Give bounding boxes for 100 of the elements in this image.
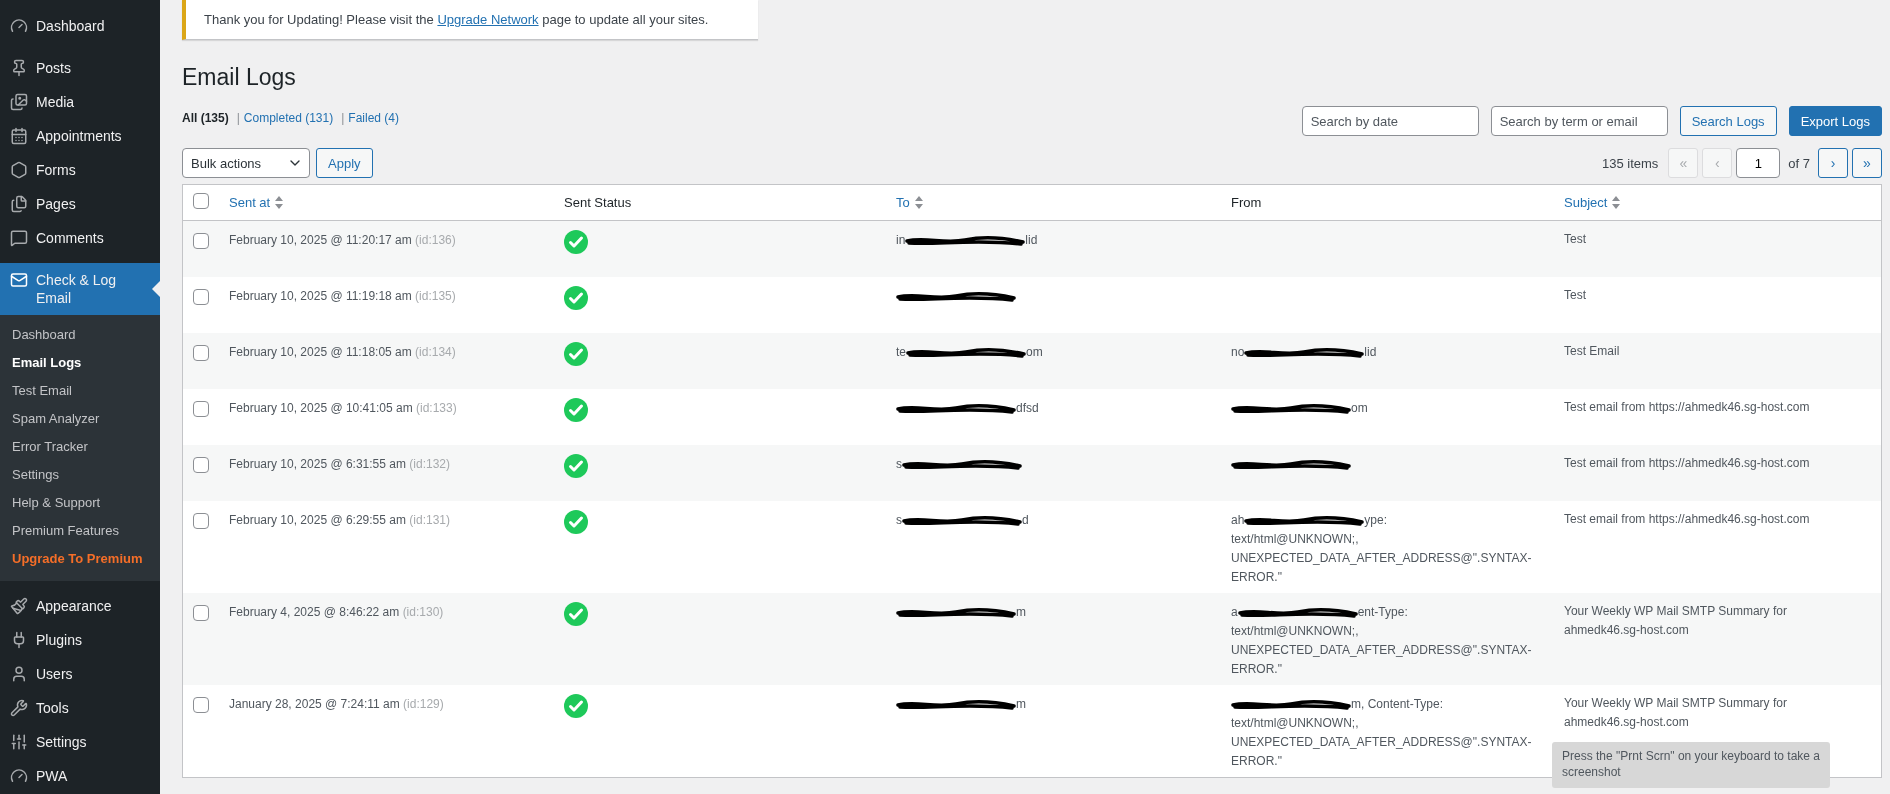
row-checkbox[interactable] bbox=[193, 233, 209, 249]
row-checkbox[interactable] bbox=[193, 457, 209, 473]
subject-text: Test email from https://ahmedk46.sg-host.com bbox=[1564, 511, 1811, 528]
email-text: text/html@UNKNOWN;, UNEXPECTED_DATA_AFTER_ADDRESS@".SYNTAX-ERROR." bbox=[1231, 623, 1533, 678]
email-text: ah bbox=[1231, 513, 1245, 527]
email-text: ent-Type: bbox=[1357, 605, 1408, 619]
sidebar-item[interactable]: Users bbox=[0, 657, 160, 691]
page-number-field[interactable]: 1 bbox=[1736, 148, 1781, 178]
term-search-field[interactable]: Search by term or email bbox=[1490, 106, 1668, 136]
sidebar-item[interactable]: Appearance bbox=[0, 589, 160, 623]
row-checkbox[interactable] bbox=[193, 289, 209, 305]
submenu-item[interactable]: Error Tracker bbox=[0, 433, 160, 461]
sent-date: February 10, 2025 @ 6:29:55 am (id:131) bbox=[229, 513, 450, 527]
subject-text: Your Weekly WP Mail SMTP Summary for ahmedk46.sg-host.com bbox=[1564, 603, 1788, 639]
screenshot-hint-toast: Press the "Prnt Scrn" on your keyboard to take a screenshot bbox=[1552, 742, 1830, 788]
email-text: text/html@UNKNOWN;, UNEXPECTED_DATA_AFTER_ADDRESS@".SYNTAX-ERROR." bbox=[1231, 531, 1533, 586]
pin-icon bbox=[10, 59, 28, 77]
sent-date: February 10, 2025 @ 10:41:05 am (id:133) bbox=[229, 401, 457, 415]
search-logs-button[interactable]: Search Logs bbox=[1679, 106, 1777, 136]
envelope-icon bbox=[10, 271, 28, 289]
row-checkbox[interactable] bbox=[193, 401, 209, 417]
sidebar-item[interactable]: Check & Log Email bbox=[0, 263, 160, 315]
sent-date: February 10, 2025 @ 11:19:18 am (id:135) bbox=[229, 289, 456, 303]
column-header[interactable]: Sent at bbox=[219, 195, 554, 210]
bulk-actions-select[interactable]: Bulk actions bbox=[182, 148, 310, 178]
column-header: From bbox=[1230, 195, 1263, 210]
submenu-item[interactable]: Help & Support bbox=[0, 489, 160, 517]
sidebar-item[interactable]: Settings bbox=[0, 725, 160, 759]
subject-text: Test bbox=[1564, 287, 1587, 304]
email-text: s bbox=[896, 457, 902, 471]
sort-icon bbox=[1612, 196, 1621, 209]
upgrade-network-link[interactable]: Upgrade Network bbox=[437, 12, 539, 27]
email-text: om bbox=[1351, 401, 1368, 415]
gauge-icon bbox=[10, 767, 28, 785]
column-header: Sent Status bbox=[563, 195, 633, 210]
page-total: of 7 bbox=[1788, 155, 1810, 171]
wrench-icon bbox=[10, 699, 28, 717]
apply-button[interactable]: Apply bbox=[316, 148, 373, 178]
last-page-button[interactable]: » bbox=[1852, 148, 1882, 178]
images-icon bbox=[10, 93, 28, 111]
row-checkbox[interactable] bbox=[193, 605, 209, 621]
row-checkbox[interactable] bbox=[193, 697, 209, 713]
email-text: lid bbox=[1025, 233, 1038, 247]
sidebar-item[interactable]: Posts bbox=[0, 51, 160, 85]
email-text: in bbox=[896, 233, 906, 247]
email-text: text/html@UNKNOWN;, UNEXPECTED_DATA_AFTER_ADDRESS@".SYNTAX-ERROR." bbox=[1231, 715, 1533, 770]
submenu-item[interactable]: Upgrade To Premium bbox=[0, 545, 160, 573]
sidebar-item[interactable]: Comments bbox=[0, 221, 160, 255]
sent-date: February 10, 2025 @ 11:18:05 am (id:134) bbox=[229, 345, 456, 359]
email-text: m bbox=[1016, 605, 1026, 619]
notice-text: Thank you for Updating! Please visit the Upgrade Network page to update all your sites. bbox=[204, 12, 709, 27]
gauge-icon bbox=[10, 17, 28, 35]
sidebar-item[interactable]: Forms bbox=[0, 153, 160, 187]
sidebar-item[interactable]: Pages bbox=[0, 187, 160, 221]
submenu-item[interactable]: Spam Analyzer bbox=[0, 405, 160, 433]
sidebar-item[interactable]: Dashboard bbox=[0, 9, 160, 43]
submenu-item[interactable]: Premium Features bbox=[0, 517, 160, 545]
sidebar-item[interactable]: Appointments bbox=[0, 119, 160, 153]
export-logs-button[interactable]: Export Logs bbox=[1788, 106, 1882, 136]
subject-text: Test bbox=[1564, 231, 1587, 248]
sort-icon bbox=[914, 196, 923, 209]
column-header[interactable]: To bbox=[886, 195, 1221, 210]
row-checkbox[interactable] bbox=[193, 345, 209, 361]
submenu-item[interactable]: Dashboard bbox=[0, 321, 160, 349]
email-text: dfsd bbox=[1016, 401, 1039, 415]
submenu-item[interactable]: Test Email bbox=[0, 377, 160, 405]
sent-date: February 10, 2025 @ 6:31:55 am (id:132) bbox=[229, 457, 450, 471]
paintbrush-icon bbox=[10, 597, 28, 615]
sidebar-item[interactable]: Plugins bbox=[0, 623, 160, 657]
sidebar-item[interactable]: Tools bbox=[0, 691, 160, 725]
status-filter-link[interactable]: Failed (4) bbox=[348, 111, 399, 125]
separator-text: | bbox=[236, 111, 240, 125]
speech-bubble-icon bbox=[10, 229, 28, 247]
subject-text: Test Email bbox=[1564, 343, 1621, 360]
sent-date: January 28, 2025 @ 7:24:11 am (id:129) bbox=[229, 697, 444, 711]
sidebar-item[interactable]: PWA bbox=[0, 759, 160, 793]
subject-text: Test email from https://ahmedk46.sg-host.com bbox=[1564, 399, 1811, 416]
next-page-button[interactable]: › bbox=[1818, 148, 1848, 178]
date-search-field[interactable]: Search by date bbox=[1301, 106, 1479, 136]
hexagon-icon bbox=[10, 161, 28, 179]
separator-text: | bbox=[341, 111, 345, 125]
status-filter-link[interactable]: Completed (131) bbox=[243, 111, 334, 125]
sent-date: February 4, 2025 @ 8:46:22 am (id:130) bbox=[229, 605, 444, 619]
email-text: a bbox=[1231, 605, 1238, 619]
submenu-item[interactable]: Email Logs bbox=[0, 349, 160, 377]
email-text: lid bbox=[1364, 345, 1377, 359]
sliders-icon bbox=[10, 733, 28, 751]
email-text: no bbox=[1231, 345, 1245, 359]
sidebar-item[interactable]: Media bbox=[0, 85, 160, 119]
pages-icon bbox=[10, 195, 28, 213]
status-filter-link[interactable]: All (135) bbox=[182, 111, 229, 125]
email-text: m, Content-Type: bbox=[1351, 697, 1444, 711]
user-icon bbox=[10, 665, 28, 683]
items-count: 135 items bbox=[1601, 155, 1659, 171]
email-text: m bbox=[1016, 697, 1026, 711]
row-checkbox[interactable] bbox=[193, 513, 209, 529]
email-text: om bbox=[1026, 345, 1043, 359]
submenu-item[interactable]: Settings bbox=[0, 461, 160, 489]
select-all-checkbox[interactable] bbox=[193, 193, 209, 209]
column-header[interactable]: Subject bbox=[1554, 195, 1881, 210]
